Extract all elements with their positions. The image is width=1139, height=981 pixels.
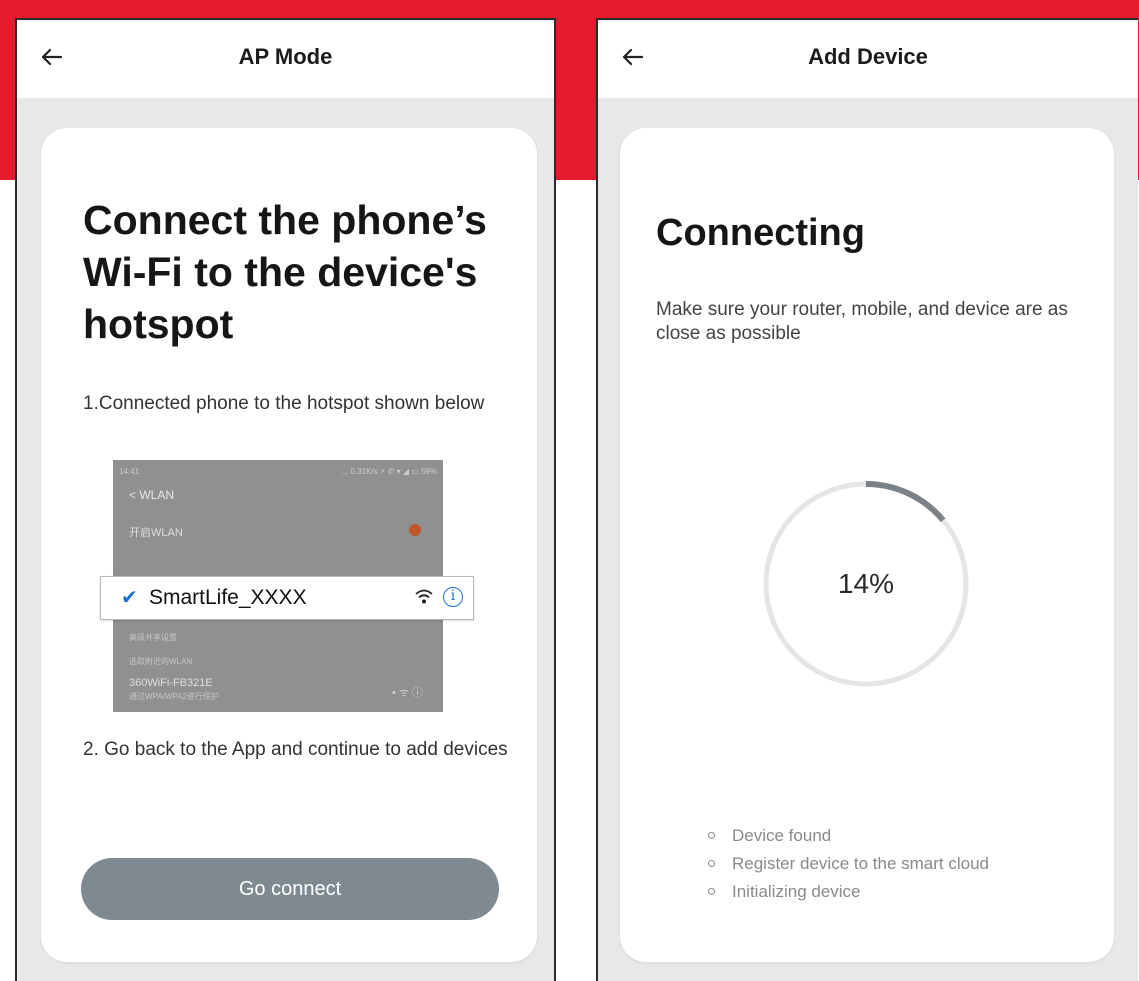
checkmark-icon: ✔ [121, 587, 138, 609]
illustration-row-section: 选取附近的WLAN [129, 657, 193, 666]
illustration-row-network: 360WiFi-FB321E [129, 677, 213, 689]
wifi-icon [415, 589, 433, 605]
phone-screen-ap-mode: AP Mode Connect the phone’s Wi-Fi to the… [15, 18, 556, 981]
illustration-status-icons: ... 0.31K/s ⚡ ✆ ▾ ◢ ▭ 59% [341, 467, 437, 476]
connecting-card: Connecting Make sure your router, mobile… [620, 128, 1114, 962]
progress-ring: 14% [758, 476, 974, 692]
illustration-status-bar: 14:41 ... 0.31K/s ⚡ ✆ ▾ ◢ ▭ 59% [119, 467, 437, 477]
status-item: Register device to the smart cloud [708, 850, 989, 878]
bullet-icon [708, 860, 715, 867]
connecting-title: Connecting [656, 212, 865, 254]
progress-arc [865, 481, 946, 523]
toggle-dot-icon [409, 524, 421, 536]
step-two-text: 2. Go back to the App and continue to ad… [83, 739, 508, 760]
status-item: Initializing device [708, 878, 989, 906]
page-title: Add Device [808, 44, 928, 69]
illustration-row-enable: 开启WLAN [129, 527, 183, 539]
go-connect-button[interactable]: Go connect [81, 858, 499, 920]
status-item-text: Device found [732, 826, 832, 845]
app-header: Add Device [598, 20, 1138, 98]
illustration-row-network-sub: 通过WPA/WPA2进行保护 [129, 692, 219, 701]
illustration-screen-title-text: WLAN [139, 488, 175, 502]
info-icon: i [443, 587, 463, 607]
illustration-screen-title: < WLAN [129, 488, 175, 502]
illustration-status-time: 14:41 [119, 467, 140, 476]
status-list: Device found Register device to the smar… [708, 822, 989, 906]
bullet-icon [708, 888, 715, 895]
dim-network-icons: ▪ ᯤ ⓘ [391, 687, 423, 699]
hotspot-name: SmartLife_XXXX [149, 586, 307, 609]
status-item-text: Initializing device [732, 882, 861, 901]
illustration-row-sub: 高级共享设置 [129, 633, 177, 642]
phone-screen-add-device: Add Device Connecting Make sure your rou… [596, 18, 1138, 981]
instruction-title: Connect the phone’s Wi-Fi to the device'… [83, 197, 487, 347]
status-item-text: Register device to the smart cloud [732, 854, 990, 873]
progress-percent: 14% [837, 568, 895, 599]
hotspot-list-item: ✔ SmartLife_XXXX i [100, 576, 474, 620]
bullet-icon [708, 832, 715, 839]
app-header: AP Mode [17, 20, 554, 98]
step-one-text: 1.Connected phone to the hotspot shown b… [83, 393, 485, 414]
status-item: Device found [708, 822, 989, 850]
connecting-subtitle: Make sure your router, mobile, and devic… [656, 299, 1068, 344]
page-title: AP Mode [238, 44, 333, 69]
instruction-card: Connect the phone’s Wi-Fi to the device'… [41, 128, 537, 962]
